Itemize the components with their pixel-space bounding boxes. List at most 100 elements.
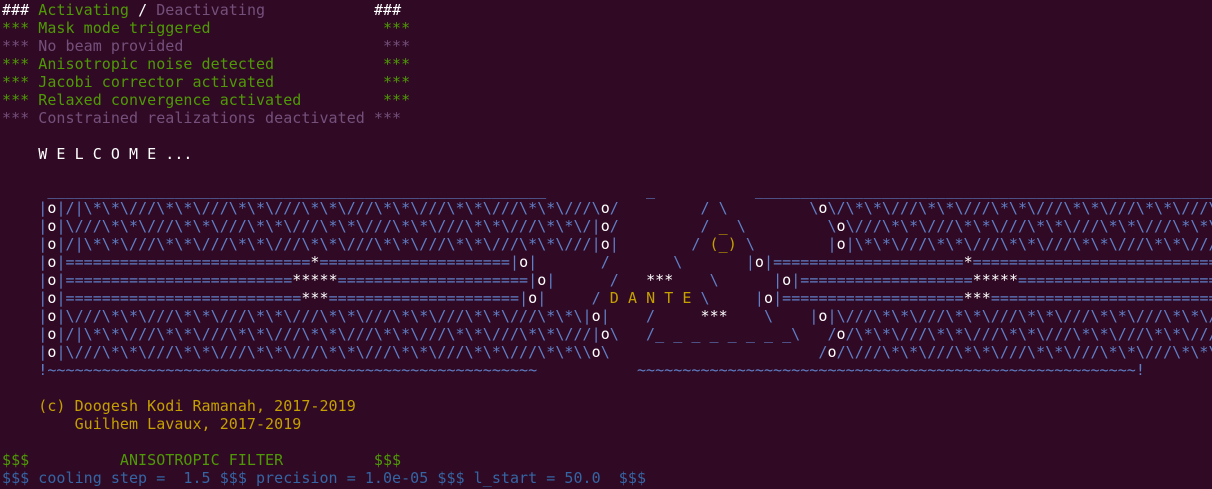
terminal-text-segment: o bbox=[519, 253, 529, 271]
terminal-text-segment: / bbox=[129, 1, 157, 19]
terminal-text-segment: \///\*\*\///\*\*\///\*\*\///\*\*\///\*\*… bbox=[845, 217, 1212, 235]
terminal-text-segment: ________________________________________… bbox=[2, 181, 1212, 199]
terminal-line: *** Mask mode triggered *** bbox=[2, 19, 1212, 37]
terminal-text-segment: | bbox=[2, 307, 48, 325]
terminal-text-segment: o bbox=[600, 217, 610, 235]
terminal-text-segment: | bbox=[2, 199, 48, 217]
terminal-text-segment: |\*\*\///\*\*\///\*\*\///\*\*\///\*\*\//… bbox=[845, 235, 1212, 253]
terminal-text-segment: \ | bbox=[745, 235, 837, 253]
terminal-line: *** Anisotropic noise detected *** bbox=[2, 55, 1212, 73]
terminal-text-segment: ***** bbox=[292, 271, 338, 289]
terminal-text-segment: \ | bbox=[691, 289, 765, 307]
terminal-text-segment: *** bbox=[691, 307, 737, 325]
terminal-line: ### Activating / Deactivating ### bbox=[2, 1, 1212, 19]
terminal-text-segment: *** Mask mode triggered *** bbox=[2, 19, 411, 37]
terminal-text-segment: $$$ cooling step = 1.5 $$$ precision = 1… bbox=[2, 469, 647, 487]
terminal-text-segment: | / bbox=[537, 289, 610, 307]
terminal-text-segment: o bbox=[836, 325, 846, 343]
terminal-line: |o|/|\*\*\///\*\*\///\*\*\///\*\*\///\*\… bbox=[2, 235, 1212, 253]
terminal-text-segment: * bbox=[310, 253, 320, 271]
terminal-text-segment: |===================== bbox=[764, 253, 964, 271]
terminal-text-segment: | bbox=[2, 271, 48, 289]
terminal-text-segment: o bbox=[600, 199, 610, 217]
terminal-text-segment: |==================== bbox=[773, 289, 964, 307]
terminal-text-segment: *** bbox=[963, 289, 991, 307]
terminal-text-segment: o bbox=[591, 307, 601, 325]
terminal-text-segment: ============================| bbox=[990, 289, 1212, 307]
terminal-text-segment: | / bbox=[609, 235, 701, 253]
terminal-text-segment: |/|\*\*\///\*\*\///\*\*\///\*\*\///\*\*\… bbox=[56, 325, 601, 343]
terminal-text-segment: |/|\*\*\///\*\*\///\*\*\///\*\*\///\*\*\… bbox=[56, 199, 601, 217]
terminal-line: |o|\///\*\*\///\*\*\///\*\*\///\*\*\///\… bbox=[2, 343, 1212, 361]
terminal-text-segment: o bbox=[528, 289, 538, 307]
terminal-text-segment: |/|\*\*\///\*\*\///\*\*\///\*\*\///\*\*\… bbox=[56, 235, 601, 253]
terminal-text-segment: / / \ \ bbox=[609, 199, 819, 217]
terminal-line: |o|=========================*****=======… bbox=[2, 271, 1212, 289]
terminal-text-segment: =====================| bbox=[328, 289, 529, 307]
terminal-text-segment: |========================== bbox=[56, 289, 302, 307]
terminal-text-segment: =====================| bbox=[319, 253, 520, 271]
terminal-text-segment: |========================= bbox=[56, 271, 293, 289]
terminal-text-segment: |\///\*\*\///\*\*\///\*\*\///\*\*\///\*\… bbox=[56, 307, 592, 325]
terminal-text-segment: *** Relaxed convergence activated *** bbox=[2, 91, 411, 109]
terminal-text-segment: o bbox=[754, 253, 764, 271]
terminal-text-segment: o bbox=[836, 217, 846, 235]
terminal-text-segment: o bbox=[836, 235, 846, 253]
terminal-text-segment: | / bbox=[546, 271, 637, 289]
terminal-text-segment: / / bbox=[609, 217, 710, 235]
terminal-text-segment: |\///\*\*\///\*\*\///\*\*\///\*\*\///\*\… bbox=[56, 217, 601, 235]
terminal-text-segment: ### bbox=[373, 1, 402, 19]
terminal-line: ________________________________________… bbox=[2, 181, 1212, 199]
terminal-text-segment: \ \ bbox=[736, 217, 837, 235]
terminal-text-segment: o bbox=[782, 271, 792, 289]
terminal-text-segment: o bbox=[827, 343, 837, 361]
terminal-text-segment: o bbox=[818, 307, 828, 325]
terminal-line: $$$ cooling step = 1.5 $$$ precision = 1… bbox=[2, 469, 1212, 487]
terminal-text-segment: D A N T E bbox=[609, 289, 692, 307]
terminal-text-segment: *** Constrained realizations deactivated… bbox=[2, 109, 402, 127]
terminal-text-segment: =====================| bbox=[337, 271, 538, 289]
terminal-line: W E L C O M E ... bbox=[2, 145, 1212, 163]
terminal-text-segment: W E L C O M E ... bbox=[2, 145, 193, 163]
terminal-line: |o|\///\*\*\///\*\*\///\*\*\///\*\*\///\… bbox=[2, 307, 1212, 325]
terminal-text-segment: *** Anisotropic noise detected *** bbox=[2, 55, 411, 73]
terminal-text-segment: | / bbox=[600, 307, 692, 325]
terminal-text-segment: * bbox=[963, 253, 973, 271]
terminal-line: *** No beam provided *** bbox=[2, 37, 1212, 55]
terminal-text-segment: Activating bbox=[38, 1, 130, 19]
terminal-text-segment: |\///\*\*\///\*\*\///\*\*\///\*\*\///\*\… bbox=[56, 343, 592, 361]
terminal-text-segment: | / \ | bbox=[528, 253, 755, 271]
terminal-line: *** Relaxed convergence activated *** bbox=[2, 91, 1212, 109]
terminal-line: |o|/|\*\*\///\*\*\///\*\*\///\*\*\///\*\… bbox=[2, 325, 1212, 343]
terminal-text-segment: *** bbox=[301, 289, 329, 307]
terminal-text-segment: o bbox=[764, 289, 774, 307]
terminal-line: |o|\///\*\*\///\*\*\///\*\*\///\*\*\///\… bbox=[2, 217, 1212, 235]
terminal-text-segment: o bbox=[600, 325, 610, 343]
terminal-text-segment: *** Jacobi corrector activated *** bbox=[2, 73, 411, 91]
terminal-text-segment: | bbox=[2, 325, 48, 343]
terminal-text-segment: /\///\*\*\///\*\*\///\*\*\///\*\*\///\*\… bbox=[836, 343, 1212, 361]
terminal-text-segment: \ | bbox=[691, 271, 783, 289]
terminal-text-segment: (_) bbox=[700, 235, 746, 253]
terminal-line: *** Constrained realizations deactivated… bbox=[2, 109, 1212, 127]
terminal-text-segment: | bbox=[2, 289, 48, 307]
terminal-text-segment: o bbox=[537, 271, 547, 289]
terminal-text-segment: $$$ ANISOTROPIC FILTER $$$ bbox=[2, 451, 402, 469]
terminal-text-segment: \ | bbox=[736, 307, 819, 325]
terminal-text-segment: | bbox=[2, 343, 48, 361]
terminal-line: *** Jacobi corrector activated *** bbox=[2, 73, 1212, 91]
terminal-text-segment: | bbox=[2, 217, 48, 235]
terminal-window[interactable]: ### Activating / Deactivating ### *** Mas… bbox=[0, 0, 1212, 489]
terminal-text-segment: _ bbox=[709, 217, 737, 235]
terminal-text-segment: \/\*\*\///\*\*\///\*\*\///\*\*\///\*\*\/… bbox=[827, 199, 1212, 217]
terminal-line: !~~~~~~~~~~~~~~~~~~~~~~~~~~~~~~~~~~~~~~~… bbox=[2, 361, 1212, 379]
terminal-text-segment: o bbox=[600, 235, 610, 253]
terminal-text-segment: ===========================| bbox=[1018, 271, 1212, 289]
terminal-text-segment: o bbox=[591, 343, 601, 361]
terminal-text-segment: ===========================| bbox=[972, 253, 1212, 271]
terminal-line: $$$ ANISOTROPIC FILTER $$$ bbox=[2, 451, 1212, 469]
terminal-text-segment: ### bbox=[2, 1, 39, 19]
